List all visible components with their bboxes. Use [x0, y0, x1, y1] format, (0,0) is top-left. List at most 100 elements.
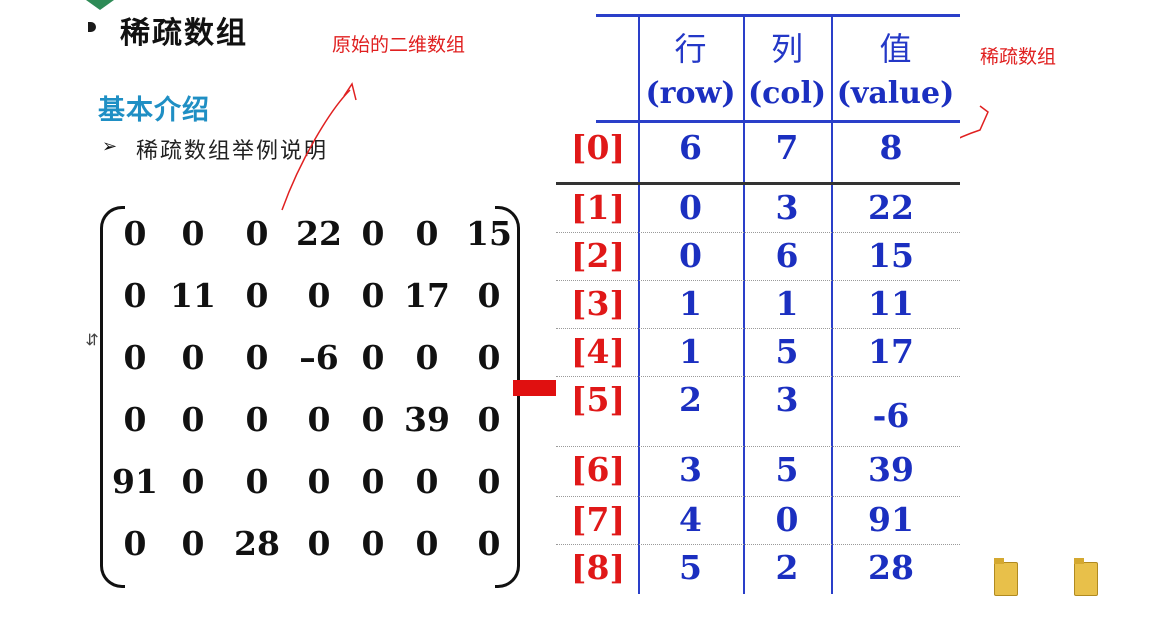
cell-value: 8 [879, 128, 903, 167]
cell-row: 0 [679, 236, 702, 275]
matrix-cell: 0 [181, 214, 205, 253]
header-row-en: (row) [645, 76, 736, 111]
matrix-cell: 0 [477, 338, 501, 377]
cell-value: 91 [868, 500, 914, 539]
matrix-cell: 0 [415, 524, 439, 563]
cell-value: 22 [868, 188, 914, 227]
row-index: [2] [570, 236, 626, 275]
matrix-cell: 0 [361, 524, 385, 563]
sparse-array-annotation: 稀疏数组 [980, 46, 1057, 68]
matrix-cell: 0 [245, 462, 269, 501]
folder-icon[interactable] [994, 562, 1018, 596]
matrix-cell: 22 [296, 214, 342, 253]
matrix-cell: 0 [361, 400, 385, 439]
matrix-cell: 0 [307, 400, 331, 439]
matrix-cell: 17 [404, 276, 450, 315]
sparse-array-table: 行 列 值 (row) (col) (value) [0] 6 7 8 [1] 0 3 22[… [556, 14, 960, 594]
table-meta-border [556, 182, 960, 185]
row-separator [556, 446, 960, 447]
cell-col: 1 [775, 284, 799, 323]
cell-row: 3 [679, 450, 702, 489]
matrix-cell: 0 [307, 524, 331, 563]
row-separator [556, 544, 960, 545]
cell-col: 7 [775, 128, 799, 167]
cell-col: 3 [775, 380, 799, 419]
matrix-cell: 39 [404, 400, 450, 439]
matrix-cell: 0 [361, 462, 385, 501]
row-index: [7] [570, 500, 626, 539]
matrix-cell: 0 [181, 400, 205, 439]
cell-value: -6 [872, 396, 910, 435]
cell-row: 1 [679, 332, 702, 371]
header-value-cn: 值 [879, 30, 912, 68]
matrix-cell: 0 [181, 338, 205, 377]
cell-col: 6 [775, 236, 799, 275]
matrix-cell: 0 [415, 338, 439, 377]
matrix-cell: 28 [234, 524, 280, 563]
cell-value: 15 [868, 236, 914, 275]
header-col-cn: 列 [770, 30, 803, 68]
matrix-cell: 15 [466, 214, 512, 253]
original-matrix: 0 0 0 22 0 0 15 0 11 0 0 0 17 0 0 0 0 –6 0 0 0 0 0 0 0 0 39 0 91 0 0 0 0… [100, 206, 520, 588]
matrix-cell: 0 [181, 462, 205, 501]
folder-icon[interactable] [1074, 562, 1098, 596]
cell-col: 5 [775, 450, 799, 489]
matrix-cell: 0 [245, 338, 269, 377]
matrix-cell: –6 [299, 338, 339, 377]
cell-value: 28 [868, 548, 914, 587]
cell-value: 17 [868, 332, 914, 371]
row-index: [5] [570, 380, 626, 419]
cell-row: 0 [679, 188, 702, 227]
header-col-en: (col) [747, 76, 827, 111]
row-index: [8] [570, 548, 626, 587]
matrix-cell: 0 [477, 462, 501, 501]
cell-row: 6 [679, 128, 702, 167]
row-index: [0] [570, 128, 626, 167]
cell-col: 2 [775, 548, 799, 587]
matrix-cell: 0 [123, 338, 147, 377]
cell-col: 3 [775, 188, 799, 227]
header-row-cn: 行 [674, 30, 707, 68]
matrix-cell: 0 [361, 214, 385, 253]
cell-row: 5 [679, 548, 702, 587]
original-pointer-line [281, 89, 351, 211]
row-index: [6] [570, 450, 626, 489]
matrix-cell: 0 [307, 276, 331, 315]
table-top-border [596, 14, 960, 17]
matrix-cell: 0 [123, 524, 147, 563]
matrix-cell: 0 [123, 276, 147, 315]
row-index: [3] [570, 284, 626, 323]
matrix-cell: 0 [245, 276, 269, 315]
folder-tab [994, 558, 1004, 564]
matrix-cell: 0 [245, 400, 269, 439]
row-separator [556, 328, 960, 329]
cell-value: 39 [868, 450, 914, 489]
matrix-cell: 91 [112, 462, 158, 501]
matrix-cell: 0 [477, 276, 501, 315]
row-separator [556, 280, 960, 281]
matrix-cell: 0 [123, 400, 147, 439]
cell-col: 0 [775, 500, 799, 539]
matrix-cell: 0 [245, 214, 269, 253]
matrix-cell: 0 [415, 462, 439, 501]
row-separator [556, 376, 960, 377]
matrix-cell: 0 [307, 462, 331, 501]
matrix-cell: 0 [477, 400, 501, 439]
folder-tab [1074, 558, 1084, 564]
matrix-cell: 0 [181, 524, 205, 563]
cell-row: 4 [679, 500, 702, 539]
row-index: [1] [570, 188, 626, 227]
matrix-cell: 0 [415, 214, 439, 253]
cell-row: 1 [679, 284, 702, 323]
matrix-cell: 0 [361, 276, 385, 315]
matrix-cell: 11 [170, 276, 216, 315]
table-header-border [596, 120, 960, 123]
cell-col: 5 [775, 332, 799, 371]
cell-value: 11 [868, 284, 914, 323]
matrix-cell: 0 [361, 338, 385, 377]
side-mark: ⇆ [83, 332, 103, 347]
header-value-en: (value) [836, 76, 955, 111]
row-index: [4] [570, 332, 626, 371]
matrix-cell: 0 [123, 214, 147, 253]
cell-row: 2 [679, 380, 702, 419]
